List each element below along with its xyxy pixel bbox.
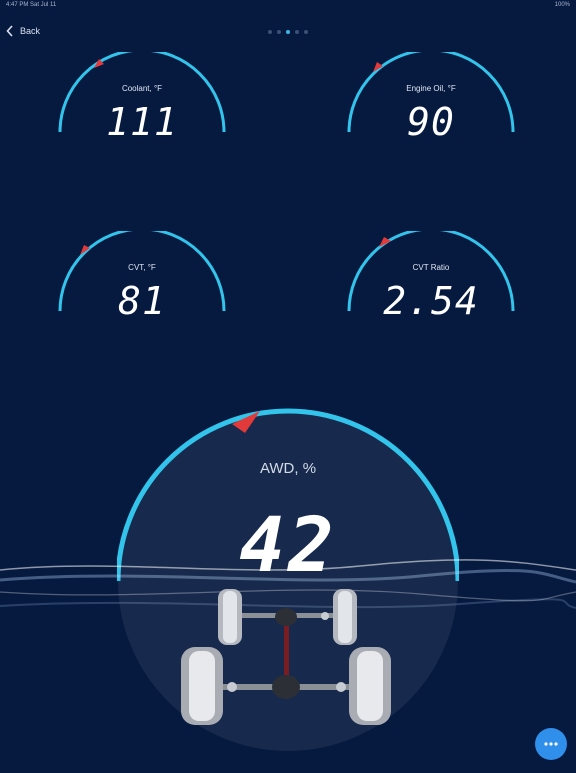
gauge-label: CVT, °F [128,263,156,272]
page-dot[interactable] [295,30,299,34]
back-label: Back [20,26,41,36]
back-button[interactable]: Back [6,25,40,37]
chevron-left-icon [6,25,13,37]
page-indicator[interactable] [268,30,308,34]
page-dot[interactable] [304,30,308,34]
more-options-button[interactable] [535,728,567,760]
more-horizontal-icon [544,742,558,746]
engine-oil-gauge: Engine Oil, °F 90 [341,52,521,172]
gauge-value: 90 [407,100,455,144]
status-time-date: 4:47 PM Sat Jul 11 [6,2,57,8]
cvt-temp-gauge: CVT, °F 81 [52,231,232,351]
page-dot-active[interactable] [286,30,290,34]
gauge-value: 81 [118,279,166,323]
drivetrain-icon [181,589,391,725]
gauge-value: 111 [106,100,178,144]
page-dot[interactable] [277,30,281,34]
battery-status: 100% [554,2,570,8]
gauge-label: Engine Oil, °F [406,84,456,93]
cvt-ratio-gauge: CVT Ratio 2.54 [341,231,521,351]
status-bar: 4:47 PM Sat Jul 11 100% [0,0,576,10]
awd-label: AWD, % [259,460,317,477]
gauge-label: Coolant, °F [121,84,163,93]
gauge-value: 2.54 [383,279,479,323]
gauge-label: CVT Ratio [412,263,450,272]
page-dot[interactable] [268,30,272,34]
coolant-gauge: Coolant, °F 111 [52,52,232,172]
